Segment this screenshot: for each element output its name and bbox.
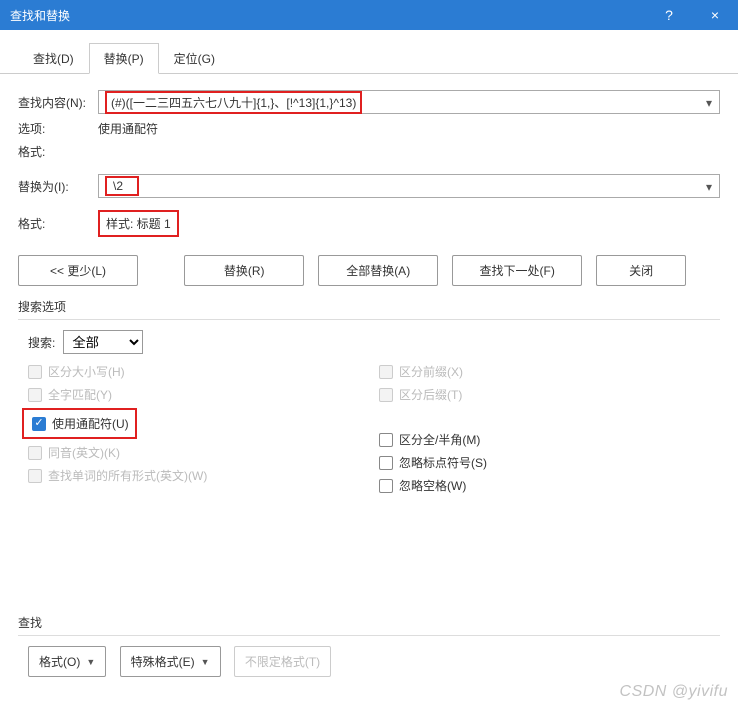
ignore-space-checkbox[interactable]: 忽略空格(W) <box>369 474 720 497</box>
tab-bar: 查找(D) 替换(P) 定位(G) <box>0 30 738 74</box>
match-case-checkbox: 区分大小写(H) <box>18 360 369 383</box>
search-label: 搜索: <box>28 334 55 351</box>
less-button[interactable]: << 更少(L) <box>18 255 138 286</box>
find-next-button[interactable]: 查找下一处(F) <box>452 255 582 286</box>
watermark: CSDN @yivifu <box>620 683 728 701</box>
options-text: 使用通配符 <box>98 120 158 137</box>
caret-down-icon: ▼ <box>201 657 210 667</box>
prefix-checkbox: 区分前缀(X) <box>369 360 720 383</box>
tab-find[interactable]: 查找(D) <box>18 43 89 74</box>
format-dropdown-button[interactable]: 格式(O)▼ <box>28 646 106 677</box>
close-button[interactable]: 关闭 <box>596 255 686 286</box>
tab-goto[interactable]: 定位(G) <box>159 43 230 74</box>
tab-replace[interactable]: 替换(P) <box>89 43 159 74</box>
special-dropdown-button[interactable]: 特殊格式(E)▼ <box>120 646 221 677</box>
word-forms-checkbox: 查找单词的所有形式(英文)(W) <box>18 464 369 487</box>
sounds-like-checkbox: 同音(英文)(K) <box>18 441 369 464</box>
replace-with-input[interactable]: \2 ▾ <box>98 174 720 198</box>
wildcards-checkbox[interactable]: ✓使用通配符(U) <box>30 412 129 435</box>
replace-pattern-highlight: \2 <box>105 176 139 196</box>
format-label-2: 格式: <box>18 215 98 232</box>
help-button[interactable]: ? <box>646 0 692 30</box>
options-label: 选项: <box>18 120 98 137</box>
replace-format-highlight: 样式: 标题 1 <box>98 210 179 237</box>
full-half-checkbox[interactable]: 区分全/半角(M) <box>369 428 720 451</box>
replace-button[interactable]: 替换(R) <box>184 255 304 286</box>
search-options-label: 搜索选项 <box>18 298 720 315</box>
replace-all-button[interactable]: 全部替换(A) <box>318 255 438 286</box>
whole-word-checkbox: 全字匹配(Y) <box>18 383 369 406</box>
find-pattern-highlight: (#)([一二三四五六七八九十]{1,}、[!^13]{1,}^13) <box>105 91 362 114</box>
chevron-down-icon[interactable]: ▾ <box>700 92 718 114</box>
divider <box>18 319 720 320</box>
divider <box>18 635 720 636</box>
no-format-button: 不限定格式(T) <box>234 646 331 677</box>
chevron-down-icon[interactable]: ▾ <box>700 176 718 198</box>
find-section-label: 查找 <box>18 614 720 631</box>
ignore-punct-checkbox[interactable]: 忽略标点符号(S) <box>369 451 720 474</box>
suffix-checkbox: 区分后缀(T) <box>369 383 720 406</box>
search-scope-select[interactable]: 全部 <box>63 330 143 354</box>
title-bar: 查找和替换 ? × <box>0 0 738 30</box>
close-window-button[interactable]: × <box>692 0 738 30</box>
replace-with-label: 替换为(I): <box>18 178 98 195</box>
find-what-label: 查找内容(N): <box>18 94 98 111</box>
format-label-1: 格式: <box>18 143 98 160</box>
caret-down-icon: ▼ <box>86 657 95 667</box>
find-what-input[interactable]: (#)([一二三四五六七八九十]{1,}、[!^13]{1,}^13) ▾ <box>98 90 720 114</box>
window-title: 查找和替换 <box>10 7 70 24</box>
